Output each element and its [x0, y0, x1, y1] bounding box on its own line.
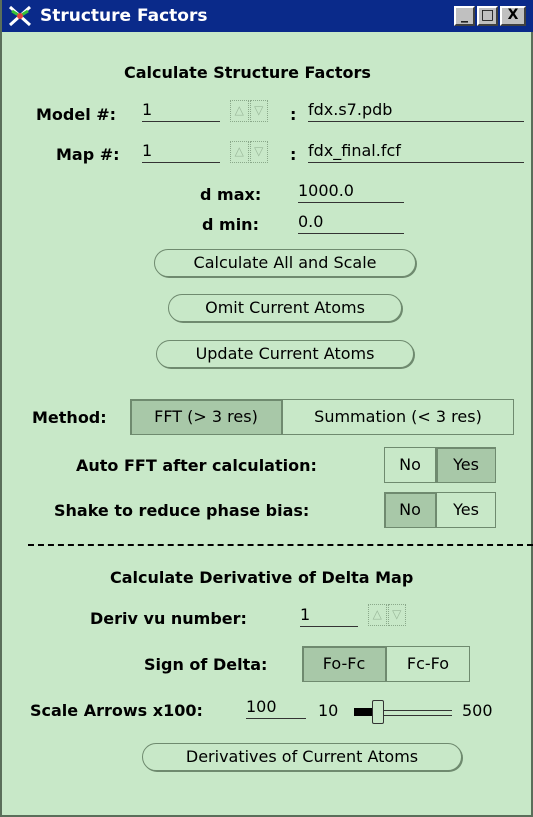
omit-current-atoms-button[interactable]: Omit Current Atoms [168, 294, 402, 322]
scale-arrows-input[interactable]: 100 [246, 695, 306, 719]
model-spinner[interactable]: △ ▽ [230, 100, 268, 122]
model-colon: : [290, 105, 297, 124]
sign-fo-fc-option[interactable]: Fo-Fc [302, 646, 386, 682]
map-number-input[interactable]: 1 [142, 139, 220, 163]
method-summation-option[interactable]: Summation (< 3 res) [282, 399, 514, 435]
model-number-input[interactable]: 1 [142, 98, 220, 122]
scale-slider-track[interactable] [378, 710, 452, 716]
window-title: Structure Factors [40, 6, 208, 26]
minimize-button[interactable]: _ [454, 6, 475, 26]
title-bar[interactable]: Structure Factors _ □ X [2, 0, 533, 32]
app-icon [8, 5, 32, 27]
update-current-atoms-button[interactable]: Update Current Atoms [156, 340, 414, 368]
deriv-vu-label: Deriv vu number: [90, 609, 247, 628]
model-label: Model #: [36, 105, 117, 124]
map-spinner[interactable]: △ ▽ [230, 141, 268, 163]
auto-fft-no-option[interactable]: No [384, 447, 436, 483]
spin-down-icon[interactable]: ▽ [249, 141, 268, 163]
close-button[interactable]: X [500, 6, 526, 26]
sign-delta-label: Sign of Delta: [144, 655, 268, 674]
spin-up-icon[interactable]: △ [230, 141, 249, 163]
maximize-button[interactable]: □ [477, 6, 498, 26]
method-label: Method: [32, 408, 107, 427]
deriv-vu-spinner[interactable]: △ ▽ [368, 604, 406, 626]
dmax-input[interactable]: 1000.0 [298, 179, 404, 203]
structure-factors-heading: Calculate Structure Factors [124, 63, 371, 82]
derivatives-current-atoms-button[interactable]: Derivatives of Current Atoms [142, 743, 462, 771]
slider-max-label: 500 [462, 701, 493, 720]
section-divider [28, 544, 533, 546]
structure-factors-window: Structure Factors _ □ X Calculate Struct… [0, 0, 533, 817]
auto-fft-label: Auto FFT after calculation: [76, 456, 317, 475]
map-file-field[interactable]: fdx_final.fcf [308, 139, 524, 163]
spin-down-icon[interactable]: ▽ [249, 100, 268, 122]
spin-down-icon[interactable]: ▽ [387, 604, 406, 626]
shake-label: Shake to reduce phase bias: [54, 501, 310, 520]
spin-up-icon[interactable]: △ [368, 604, 387, 626]
map-label: Map #: [56, 145, 120, 164]
map-colon: : [290, 145, 297, 164]
slider-min-label: 10 [318, 701, 339, 720]
dmax-label: d max: [200, 185, 262, 204]
scale-arrows-label: Scale Arrows x100: [30, 701, 203, 720]
shake-yes-option[interactable]: Yes [436, 492, 496, 528]
spin-up-icon[interactable]: △ [230, 100, 249, 122]
scale-slider-thumb[interactable] [372, 700, 384, 724]
sign-fc-fo-option[interactable]: Fc-Fo [386, 646, 470, 682]
shake-no-option[interactable]: No [384, 492, 436, 528]
derivative-heading: Calculate Derivative of Delta Map [110, 568, 414, 587]
slider-filled-track [354, 708, 374, 716]
deriv-vu-input[interactable]: 1 [300, 603, 358, 627]
dmin-label: d min: [202, 215, 259, 234]
dmin-input[interactable]: 0.0 [298, 210, 404, 234]
calculate-all-scale-button[interactable]: Calculate All and Scale [154, 249, 416, 277]
method-fft-option[interactable]: FFT (> 3 res) [130, 399, 282, 435]
auto-fft-yes-option[interactable]: Yes [436, 447, 496, 483]
model-file-field[interactable]: fdx.s7.pdb [308, 98, 524, 122]
